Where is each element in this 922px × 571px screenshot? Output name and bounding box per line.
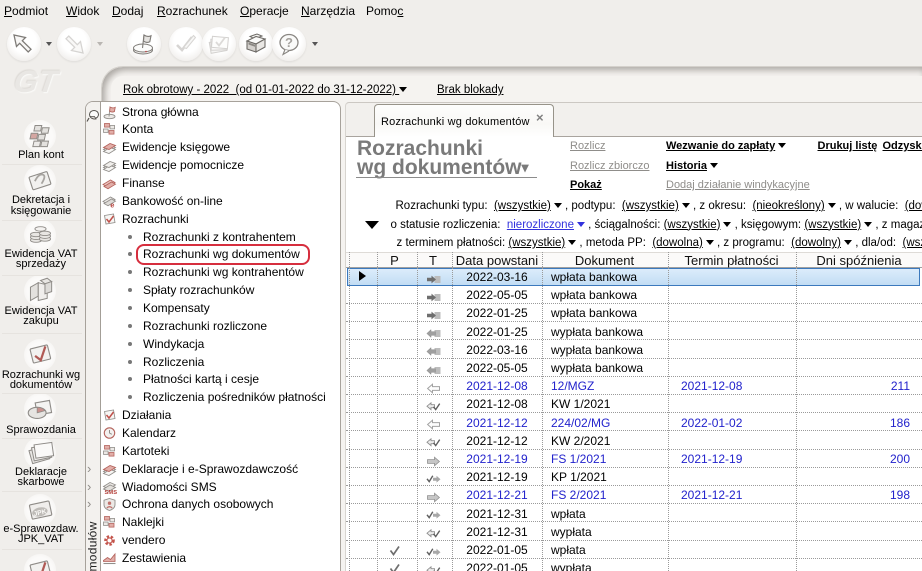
svg-text:?: ?: [285, 35, 293, 50]
svg-text:e: e: [110, 200, 114, 209]
svg-text:SMS: SMS: [105, 489, 118, 494]
